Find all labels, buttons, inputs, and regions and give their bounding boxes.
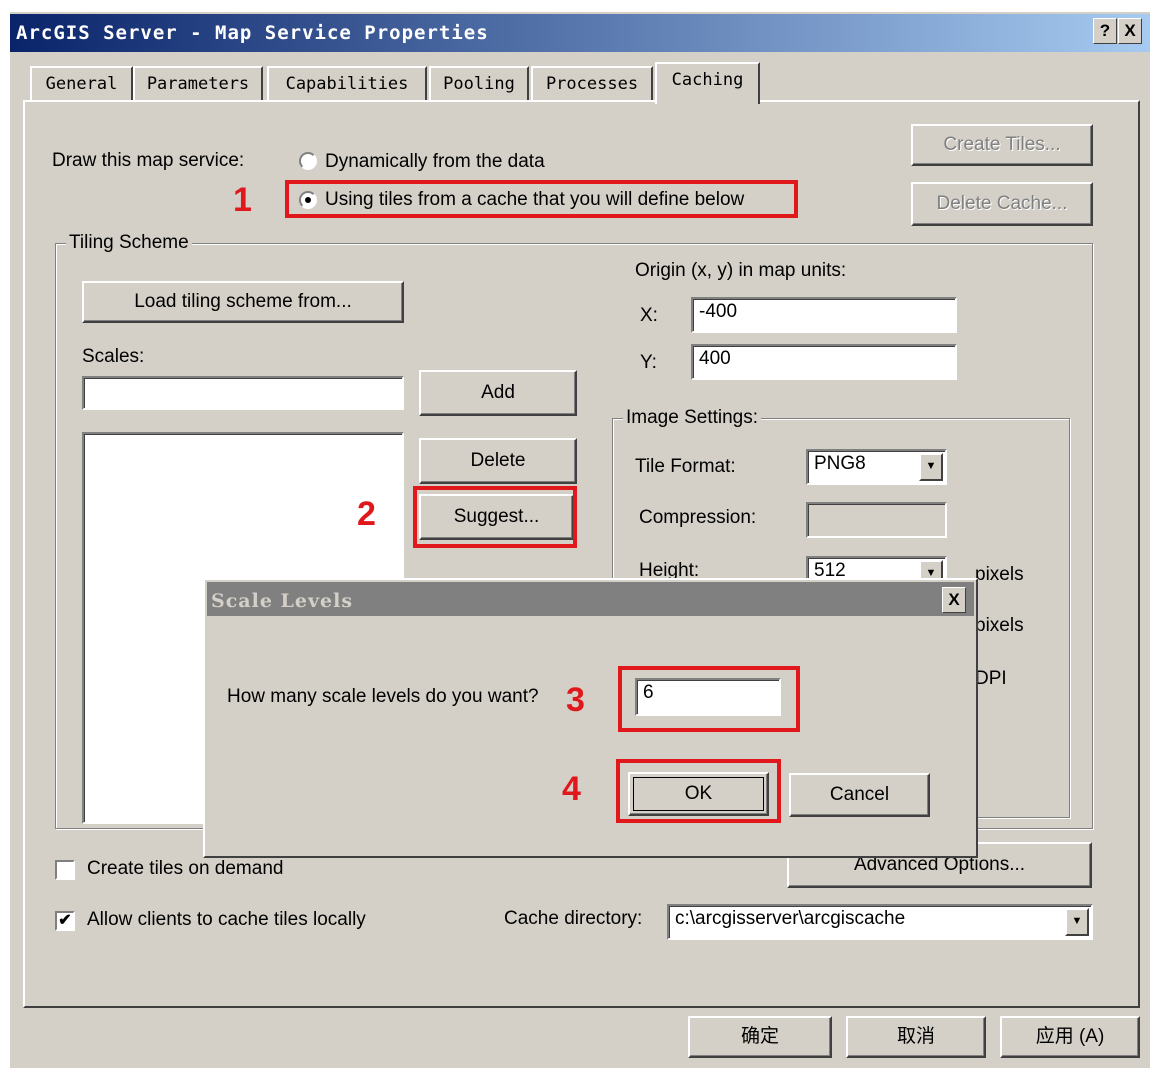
title-bar: ArcGIS Server - Map Service Properties ?… [10, 14, 1150, 52]
radio-dynamic-label: Dynamically from the data [325, 151, 545, 172]
dpi-unit: DPI [975, 668, 1007, 689]
annotation-number-1: 1 [233, 181, 252, 219]
tab-capabilities[interactable]: Capabilities [267, 66, 427, 100]
width-unit: pixels [975, 615, 1024, 636]
tab-pooling[interactable]: Pooling [429, 66, 529, 100]
annotation-number-4: 4 [562, 770, 581, 808]
compression-field[interactable] [806, 502, 947, 538]
origin-y-field[interactable]: 400 [691, 344, 957, 380]
dialog-close-button[interactable]: X [942, 587, 966, 613]
dialog-title: Scale Levels [211, 590, 354, 612]
x-label: X: [640, 305, 658, 326]
scale-input[interactable] [82, 376, 404, 410]
window-title: ArcGIS Server - Map Service Properties [16, 22, 489, 44]
chevron-down-icon[interactable]: ▼ [1065, 908, 1089, 936]
create-on-demand-label: Create tiles on demand [87, 858, 284, 879]
annotation-number-2: 2 [357, 495, 376, 533]
cancel-button[interactable]: 取消 [846, 1016, 986, 1058]
radio-dynamic[interactable] [299, 152, 317, 170]
apply-button[interactable]: 应用 (A) [1000, 1016, 1140, 1058]
cache-dir-value: c:\arcgisserver\arcgiscache [675, 908, 906, 929]
y-label: Y: [640, 352, 657, 373]
close-button[interactable]: X [1118, 18, 1142, 44]
load-tiling-scheme-button[interactable]: Load tiling scheme from... [82, 281, 404, 323]
compression-label: Compression: [639, 507, 757, 528]
check-icon: ✔ [58, 912, 72, 929]
annotation-number-3: 3 [566, 681, 585, 719]
cache-dir-dropdown[interactable]: c:\arcgisserver\arcgiscache ▼ [667, 904, 1093, 940]
dialog-ok-button[interactable]: OK [628, 772, 769, 816]
draw-label: Draw this map service: [52, 150, 245, 171]
add-button[interactable]: Add [419, 370, 577, 416]
height-unit: pixels [975, 564, 1024, 585]
dialog-cancel-button[interactable]: Cancel [789, 773, 930, 817]
cache-dir-label: Cache directory: [504, 908, 643, 929]
allow-clients-cache-label: Allow clients to cache tiles locally [87, 909, 366, 930]
delete-button[interactable]: Delete [419, 438, 577, 484]
tiling-scheme-label: Tiling Scheme [66, 232, 192, 254]
scales-label: Scales: [82, 346, 145, 367]
scale-levels-input[interactable]: 6 [635, 678, 781, 716]
tab-processes[interactable]: Processes [531, 66, 653, 100]
allow-clients-cache-checkbox[interactable]: ✔ [55, 911, 75, 931]
help-button[interactable]: ? [1093, 18, 1117, 44]
radio-selected-dot [305, 197, 311, 203]
tile-format-value: PNG8 [814, 453, 866, 474]
radio-cache[interactable] [299, 191, 317, 209]
image-settings-label: Image Settings: [623, 407, 762, 429]
scale-levels-dialog: Scale Levels X How many scale levels do … [203, 578, 978, 858]
origin-x-field[interactable]: -400 [691, 297, 957, 333]
create-on-demand-checkbox[interactable] [55, 860, 75, 880]
create-tiles-button[interactable]: Create Tiles... [911, 124, 1093, 166]
delete-cache-button[interactable]: Delete Cache... [911, 182, 1093, 226]
dialog-title-bar: Scale Levels X [207, 582, 974, 616]
chevron-down-icon[interactable]: ▼ [919, 453, 943, 481]
ok-button[interactable]: 确定 [688, 1016, 832, 1058]
tile-format-label: Tile Format: [635, 456, 736, 477]
dialog-prompt: How many scale levels do you want? [227, 686, 539, 707]
origin-label: Origin (x, y) in map units: [635, 260, 847, 281]
suggest-button[interactable]: Suggest... [419, 494, 574, 540]
radio-cache-label: Using tiles from a cache that you will d… [325, 189, 745, 210]
tab-general[interactable]: General [30, 66, 133, 100]
tile-format-dropdown[interactable]: PNG8 ▼ [806, 449, 947, 485]
tab-parameters[interactable]: Parameters [133, 66, 263, 100]
tab-caching[interactable]: Caching [655, 62, 760, 104]
